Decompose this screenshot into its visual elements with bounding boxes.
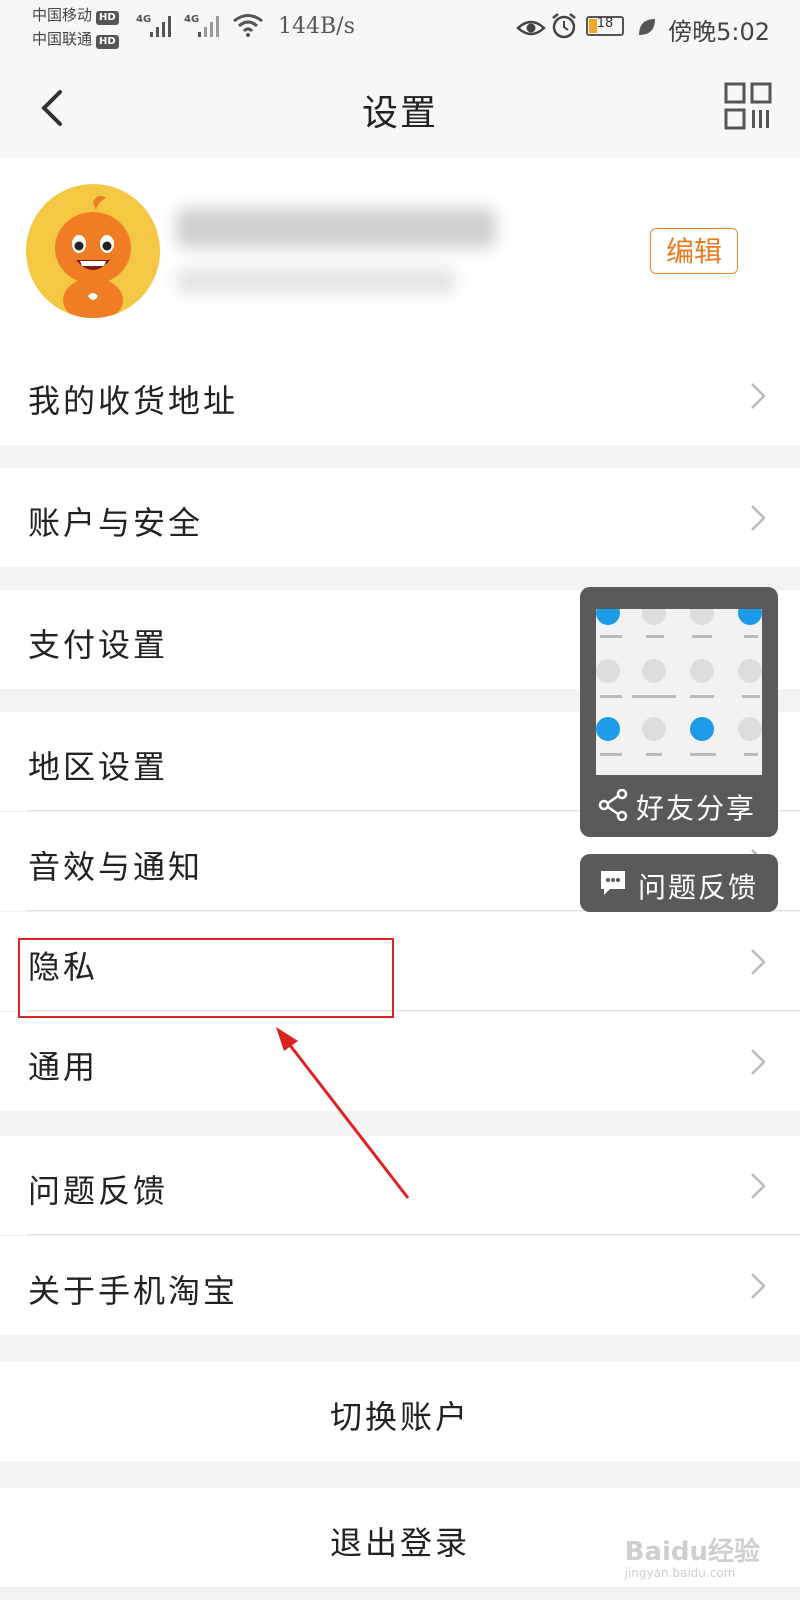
mascot-avatar-icon: [55, 195, 131, 318]
menu-item-label: 通用: [28, 1048, 99, 1086]
menu-item-label: 关于手机淘宝: [28, 1272, 239, 1310]
friend-share-label: 好友分享: [636, 792, 757, 825]
battery-icon: 18: [586, 16, 624, 36]
annotation-highlight-box: [18, 938, 394, 1018]
menu-item-feedback[interactable]: 问题反馈: [0, 1136, 800, 1235]
qrcode-icon[interactable]: [724, 82, 772, 130]
chevron-right-icon: [751, 383, 766, 409]
menu-item-about[interactable]: 关于手机淘宝: [0, 1236, 800, 1335]
chevron-right-icon: [751, 505, 766, 531]
profile-card[interactable]: 编辑: [0, 158, 800, 346]
leaf-icon: [639, 19, 655, 35]
alarm-icon: [552, 13, 576, 39]
chevron-right-icon: [751, 949, 766, 975]
signal-icon-2: 4G: [184, 14, 219, 37]
menu-item-account-security[interactable]: 账户与安全: [0, 468, 800, 567]
net-speed: 144B/s: [278, 14, 355, 39]
chat-bubble-icon: [601, 871, 625, 895]
divider: [26, 1234, 800, 1235]
menu-item-label: 问题反馈: [28, 1172, 169, 1210]
floating-feedback-button[interactable]: 问题反馈: [580, 854, 778, 912]
menu-item-label: 音效与通知: [28, 848, 204, 886]
carrier-2: 中国联通 HD: [32, 30, 119, 49]
page-title: 设置: [361, 93, 438, 134]
user-info-blurred: [176, 268, 456, 294]
watermark-logo: Baidu经验 jingyan.baidu.com: [624, 1537, 760, 1580]
menu-item-general[interactable]: 通用: [0, 1012, 800, 1111]
signal-icon: 4G: [136, 14, 171, 37]
menu-item-label: 支付设置: [28, 626, 169, 664]
wifi-icon: [233, 14, 263, 37]
menu-item-label: 我的收货地址: [28, 382, 239, 420]
status-bar: 中国移动 HD 中国联通 HD 4G 4G 144B/s 18 傍晚5:02: [0, 0, 800, 56]
menu-item-label: 账户与安全: [28, 504, 204, 542]
chevron-right-icon: [751, 1273, 766, 1299]
svg-text:4G: 4G: [136, 14, 151, 25]
eye-icon: [516, 20, 546, 36]
carrier-1: 中国移动 HD: [32, 6, 119, 25]
edit-profile-button[interactable]: 编辑: [650, 228, 738, 274]
screenshot-thumbnail[interactable]: [596, 609, 762, 775]
chevron-right-icon: [751, 1049, 766, 1075]
menu-item-label: 地区设置: [28, 748, 169, 786]
svg-text:4G: 4G: [184, 14, 199, 25]
screenshot-share-card[interactable]: 好友分享: [580, 587, 778, 837]
clock: 傍晚5:02: [668, 18, 770, 46]
switch-account-label: 切换账户: [329, 1398, 470, 1436]
floating-feedback-label: 问题反馈: [638, 871, 759, 904]
menu-item-address[interactable]: 我的收货地址: [0, 346, 800, 445]
quick-settings-preview-icon: [596, 609, 762, 756]
username-blurred: [176, 208, 496, 248]
chevron-right-icon: [751, 1173, 766, 1199]
share-icon: [598, 789, 628, 821]
switch-account-button[interactable]: 切换账户: [0, 1362, 800, 1461]
nav-bar: 设置: [0, 56, 800, 158]
friend-share-button[interactable]: 好友分享: [598, 783, 768, 827]
avatar[interactable]: [26, 184, 160, 318]
